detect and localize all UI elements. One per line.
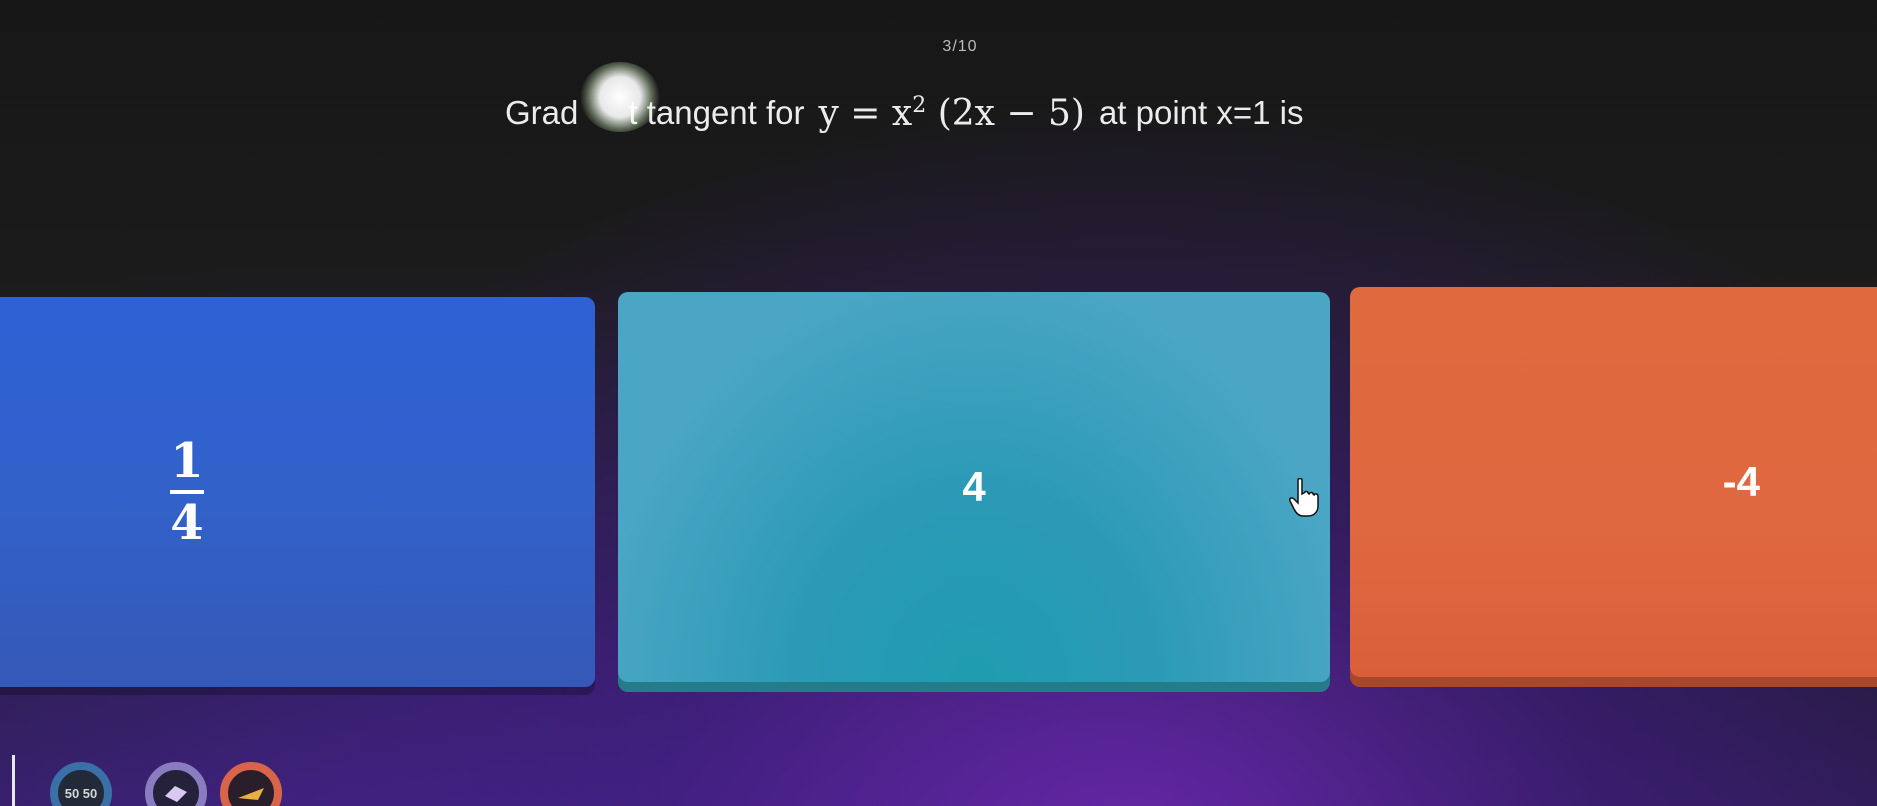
fraction-denominator: 4: [170, 495, 204, 551]
eraser-glyph: [165, 786, 187, 802]
screen-glare: [580, 62, 660, 132]
equation-equals: =: [850, 92, 881, 134]
answer-option-3-label: -4: [1722, 458, 1760, 505]
hand-cursor-icon: [1289, 478, 1319, 517]
fifty-fifty-label: 50 50: [64, 785, 98, 801]
equation-exponent: 2: [912, 92, 927, 118]
power-glyph: [238, 788, 264, 800]
question-progress: 3/10: [942, 38, 978, 55]
answer-option-3[interactable]: -4: [1350, 287, 1877, 677]
question-equation: y = x2 (2x − 5): [819, 93, 1085, 134]
answer-option-1[interactable]: 1 4: [0, 297, 595, 687]
equation-base: x: [891, 92, 913, 134]
answer-option-2-label: 4: [962, 463, 986, 510]
question-prefix: Grad: [505, 94, 579, 131]
question-suffix: at point x=1 is: [1098, 94, 1304, 131]
power-icon[interactable]: [220, 762, 282, 806]
screen-edge-marker: [12, 755, 15, 806]
equation-factor: (2x − 5): [937, 92, 1085, 134]
fifty-fifty-icon[interactable]: 50 50: [50, 762, 112, 806]
quiz-screen: 3/10 Grad t tangent for y = x2 (2x − 5) …: [0, 0, 1877, 806]
fraction-bar: [170, 490, 204, 494]
eraser-icon[interactable]: [145, 762, 207, 806]
answer-option-2[interactable]: 4: [618, 292, 1330, 682]
fraction-answer: 1 4: [170, 432, 204, 551]
fraction-numerator: 1: [170, 432, 204, 489]
equation-lhs: y: [818, 92, 839, 134]
